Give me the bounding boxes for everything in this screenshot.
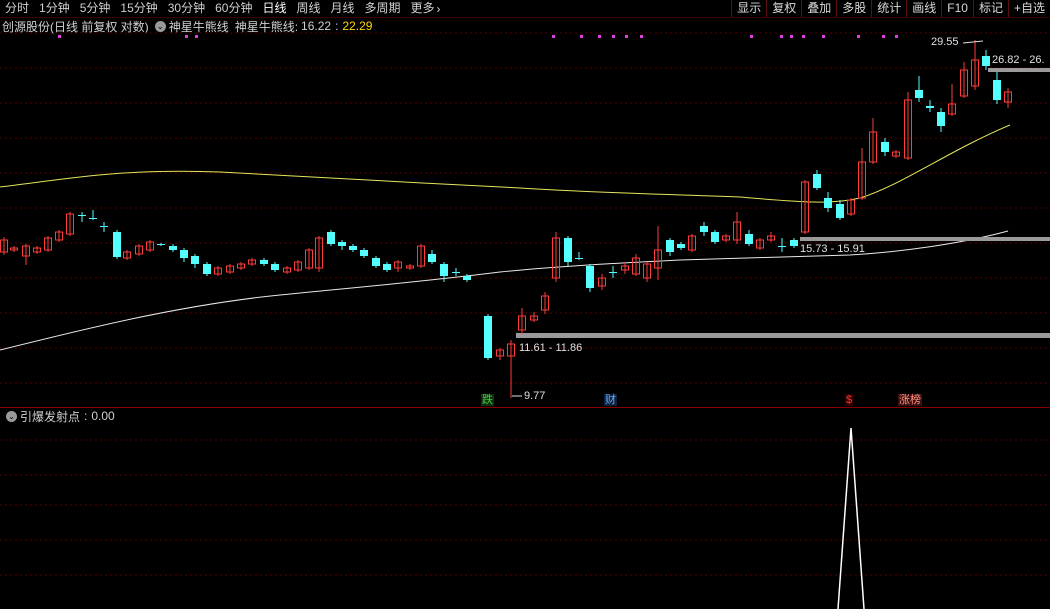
signal-dot — [598, 35, 601, 38]
candle-body-down — [100, 226, 108, 227]
sub-indicator-name[interactable]: 引爆发射点 — [20, 408, 80, 425]
candle-body-down — [575, 258, 583, 259]
marker-dollar[interactable]: $ — [845, 394, 854, 406]
launch-signal-spike — [837, 427, 865, 609]
signal-dot — [185, 35, 188, 38]
candle-body-down — [157, 244, 165, 245]
candle-body-down — [180, 250, 188, 258]
candle-body-down — [915, 90, 923, 98]
candle-body-down — [360, 250, 368, 256]
kline-chart[interactable] — [0, 0, 1050, 609]
candle-body-down — [993, 80, 1001, 100]
signal-dot — [822, 35, 825, 38]
candle-body-down — [564, 238, 572, 262]
candle-body-down — [78, 215, 86, 216]
high-pointer-line — [962, 40, 984, 44]
marker-top-gainer[interactable]: 涨榜 — [898, 394, 922, 406]
candle-body-down — [191, 256, 199, 264]
candle-body-down — [666, 240, 674, 252]
resistance-band — [988, 68, 1050, 72]
candle-body-down — [982, 56, 990, 66]
range-low-label: 11.61 - 11.86 — [519, 342, 583, 354]
candle-body-down — [440, 264, 448, 276]
candle-body-down — [169, 246, 177, 250]
candle-body-down — [260, 260, 268, 264]
candle-body-down — [881, 142, 889, 152]
candle-body-down — [349, 246, 357, 250]
candle-body-down — [711, 232, 719, 242]
candle-body-down — [609, 272, 617, 273]
candle-body-down — [586, 266, 594, 288]
range-mid-label: 15.73 - 15.91 — [800, 243, 865, 255]
marker-fall[interactable]: 跌 — [481, 394, 494, 406]
marker-finance[interactable]: 财 — [604, 394, 617, 406]
signal-dot — [552, 35, 555, 38]
candle-body-down — [452, 272, 460, 273]
sub-indicator-value: 0.00 — [91, 409, 115, 423]
candle-body-down — [484, 316, 492, 358]
candle-body-down — [428, 254, 436, 262]
sub-indicator-row: ⌄ 引爆发射点 : 0.00 — [0, 408, 115, 424]
candle-body-down — [824, 198, 832, 208]
candle-body-down — [383, 264, 391, 270]
signal-dot — [780, 35, 783, 38]
signal-dot — [612, 35, 615, 38]
candle-body-down — [463, 276, 471, 280]
support-band-low — [516, 333, 1050, 338]
candle-body-down — [372, 258, 380, 266]
high-price-label: 29.55 — [931, 36, 959, 48]
signal-dot — [58, 35, 61, 38]
range-top-label: 26.82 - 26. — [992, 54, 1045, 66]
signal-dot — [580, 35, 583, 38]
support-band-mid — [800, 237, 1050, 241]
candle-body-down — [327, 232, 335, 244]
candle-body-down — [937, 112, 945, 126]
candle-body-down — [338, 242, 346, 246]
signal-dot — [625, 35, 628, 38]
candle-body-down — [926, 106, 934, 108]
candle-body-down — [271, 264, 279, 270]
candle-body-down — [700, 226, 708, 232]
sub-indicator-settings-icon[interactable]: ⌄ — [6, 410, 17, 422]
signal-dot — [882, 35, 885, 38]
signal-dot — [802, 35, 805, 38]
signal-dot — [790, 35, 793, 38]
signal-dot — [195, 35, 198, 38]
low-price-label: 9.77 — [524, 390, 546, 402]
candle-body-down — [836, 204, 844, 218]
candle-body-down — [203, 264, 211, 274]
candle-body-down — [89, 218, 97, 219]
signal-dot — [640, 35, 643, 38]
signal-dot — [895, 35, 898, 38]
candle-body-down — [778, 246, 786, 247]
sub-indicator-sep: : — [84, 409, 88, 423]
candle-body-down — [790, 240, 798, 246]
candle-body-down — [813, 174, 821, 188]
signal-dot — [750, 35, 753, 38]
candle-body-down — [677, 244, 685, 248]
candle-body-down — [745, 234, 753, 244]
candle-body-down — [113, 232, 121, 257]
signal-dot — [857, 35, 860, 38]
